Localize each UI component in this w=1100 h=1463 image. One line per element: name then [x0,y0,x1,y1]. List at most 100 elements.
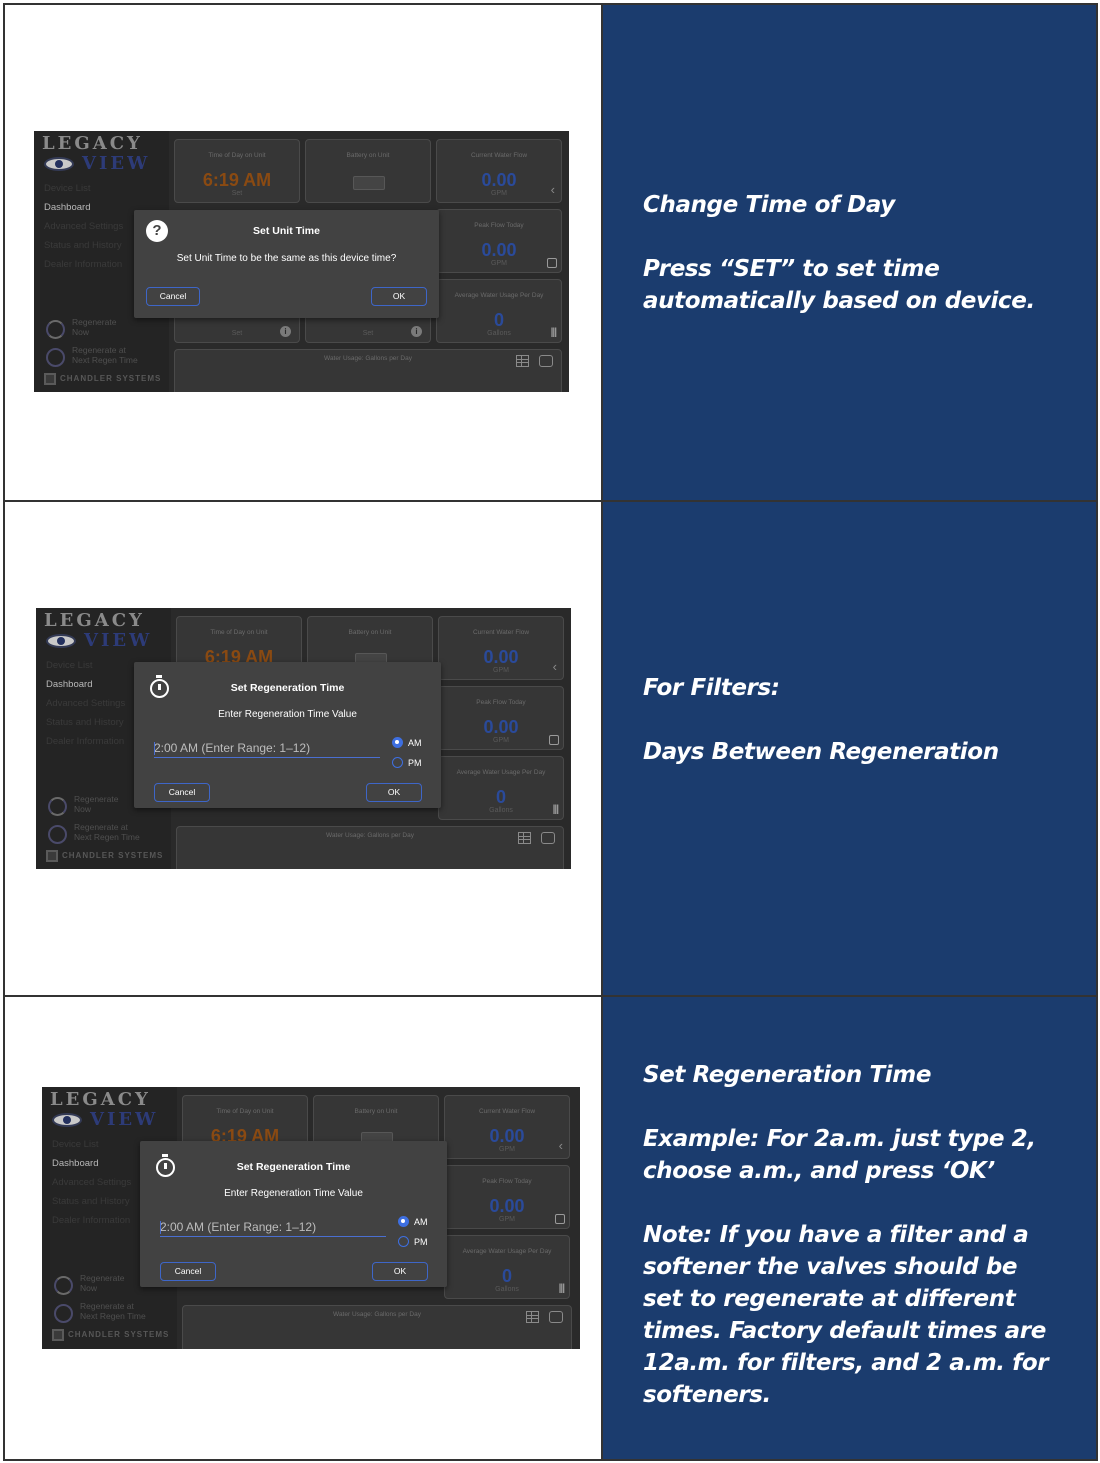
notes-cell: Set Regeneration Time Example: For 2a.m.… [603,997,1096,1459]
note-body: Press “SET” to set time automatically ba… [643,256,1035,314]
bars-icon[interactable]: ||| [553,804,559,815]
cancel-button[interactable]: Cancel [146,287,200,306]
note-heading: Set Regeneration Time [643,1062,932,1088]
menu-item-dealer-info[interactable]: Dealer Information [46,732,125,751]
water-usage-chart-panel: Water Usage: Gallons per Day [174,349,562,392]
ok-button[interactable]: OK [371,287,427,306]
tile-average-usage: Average Water Usage Per Day 0 Gallons ||… [436,279,562,343]
bars-icon[interactable]: ||| [559,1283,565,1294]
ok-button[interactable]: OK [372,1262,428,1281]
menu-item-device-list[interactable]: Device List [52,1135,131,1154]
radio-unchecked-icon [398,1236,409,1247]
square-icon[interactable] [547,258,557,268]
chevron-left-icon[interactable]: ‹ [559,1138,563,1153]
table-icon[interactable] [516,355,529,367]
chandler-logo-icon [46,850,58,862]
eye-logo-icon [52,1113,82,1127]
legacy-view-logo: LEGACY VIEW [42,133,151,174]
app-screenshot: LEGACY VIEW Device List Dashboard Advanc… [42,1087,580,1349]
tile-peak-flow: Peak Flow Today 0.00 GPM [438,686,564,750]
menu-item-device-list[interactable]: Device List [44,179,123,198]
menu-item-advanced-settings[interactable]: Advanced Settings [44,217,123,236]
menu-item-dealer-info[interactable]: Dealer Information [44,255,123,274]
notes-cell: For Filters: Days Between Regeneration [603,502,1096,995]
water-usage-chart-panel: Water Usage: Gallons per Day [182,1305,572,1349]
tile-current-flow: Current Water Flow 0.00 GPM ‹ [436,139,562,203]
note-heading: Change Time of Day [643,192,895,218]
instruction-row-time-of-day: LEGACY VIEW Device List Dashboard Advanc… [5,5,1096,500]
cancel-button[interactable]: Cancel [154,783,210,802]
print-icon[interactable] [549,1311,563,1323]
radio-checked-icon [398,1216,409,1227]
menu-item-status-history[interactable]: Status and History [52,1192,131,1211]
app-menu: Device List Dashboard Advanced Settings … [44,179,123,274]
screenshot-cell: LEGACY VIEW Device List Dashboard Advanc… [5,502,603,995]
notes-text: For Filters: Days Between Regeneration [643,672,1056,768]
print-icon[interactable] [541,832,555,844]
tile-average-usage: Average Water Usage Per Day 0 Gallons ||… [444,1235,570,1299]
notes-text: Set Regeneration Time Example: For 2a.m.… [643,1059,1056,1411]
note-example: Example: For 2a.m. just type 2, choose a… [643,1126,1036,1184]
regenerate-icon [46,320,65,339]
chevron-left-icon[interactable]: ‹ [551,182,555,197]
print-icon[interactable] [539,355,553,367]
chandler-logo-icon [52,1329,64,1341]
tile-battery: Battery on Unit [305,139,431,203]
chandler-brand: Chandler Systems [44,373,161,387]
set-unit-time-dialog: ? Set Unit Time Set Unit Time to be the … [134,210,439,318]
chandler-logo-icon [44,373,56,385]
note-body: Days Between Regeneration [643,739,999,765]
set-regeneration-time-dialog: Set Regeneration Time Enter Regeneration… [140,1141,447,1287]
instruction-row-regen-time: LEGACY VIEW Device List Dashboard Advanc… [5,995,1096,1459]
square-icon[interactable] [555,1214,565,1224]
note-heading: For Filters: [643,675,780,701]
notes-cell: Change Time of Day Press “SET” to set ti… [603,5,1096,500]
notes-text: Change Time of Day Press “SET” to set ti… [643,189,1056,317]
regenerate-next-icon [48,825,67,844]
app-menu: Device List Dashboard Advanced Settings … [46,656,125,751]
regenerate-next-icon [54,1304,73,1323]
tile-peak-flow: Peak Flow Today 0.00 GPM [444,1165,570,1229]
eye-logo-icon [44,157,74,171]
regen-time-input[interactable]: 2:00 AM (Enter Range: 1–12) [154,740,380,758]
info-icon[interactable]: i [280,326,291,337]
tile-current-flow: Current Water Flow 0.00 GPM ‹ [438,616,564,680]
chandler-brand: Chandler Systems [46,850,163,864]
water-usage-chart-panel: Water Usage: Gallons per Day [176,826,564,869]
legacy-view-logo: LEGACY VIEW [50,1089,159,1130]
battery-icon [353,176,385,190]
table-icon[interactable] [518,832,531,844]
screenshot-cell: LEGACY VIEW Device List Dashboard Advanc… [5,997,603,1459]
regenerate-next-icon [46,348,65,367]
menu-item-advanced-settings[interactable]: Advanced Settings [46,694,125,713]
cancel-button[interactable]: Cancel [160,1262,216,1281]
note-factory-defaults: Note: If you have a filter and a softene… [643,1222,1049,1408]
ok-button[interactable]: OK [366,783,422,802]
radio-unchecked-icon [392,757,403,768]
info-icon[interactable]: i [411,326,422,337]
menu-item-advanced-settings[interactable]: Advanced Settings [52,1173,131,1192]
menu-item-dashboard[interactable]: Dashboard [52,1154,131,1173]
menu-item-dashboard[interactable]: Dashboard [46,675,125,694]
menu-item-status-history[interactable]: Status and History [44,236,123,255]
regen-time-input[interactable]: 2:00 AM (Enter Range: 1–12) [160,1219,386,1237]
tile-peak-flow: Peak Flow Today 0.00 GPM [436,209,562,273]
table-icon[interactable] [526,1311,539,1323]
tile-current-flow: Current Water Flow 0.00 GPM ‹ [444,1095,570,1159]
app-menu: Device List Dashboard Advanced Settings … [52,1135,131,1230]
square-icon[interactable] [549,735,559,745]
menu-item-dealer-info[interactable]: Dealer Information [52,1211,131,1230]
regenerate-icon [48,797,67,816]
bars-icon[interactable]: ||| [551,327,557,338]
menu-item-dashboard[interactable]: Dashboard [44,198,123,217]
tile-time-of-day: Time of Day on Unit 6:19 AM Set [174,139,300,203]
screenshot-cell: LEGACY VIEW Device List Dashboard Advanc… [5,5,603,500]
chevron-left-icon[interactable]: ‹ [553,659,557,674]
set-regeneration-time-dialog: Set Regeneration Time Enter Regeneration… [134,662,441,808]
tile-average-usage: Average Water Usage Per Day 0 Gallons ||… [438,756,564,820]
menu-item-status-history[interactable]: Status and History [46,713,125,732]
radio-checked-icon [392,737,403,748]
menu-item-device-list[interactable]: Device List [46,656,125,675]
chandler-brand: Chandler Systems [52,1329,169,1343]
app-screenshot: LEGACY VIEW Device List Dashboard Advanc… [34,131,569,392]
